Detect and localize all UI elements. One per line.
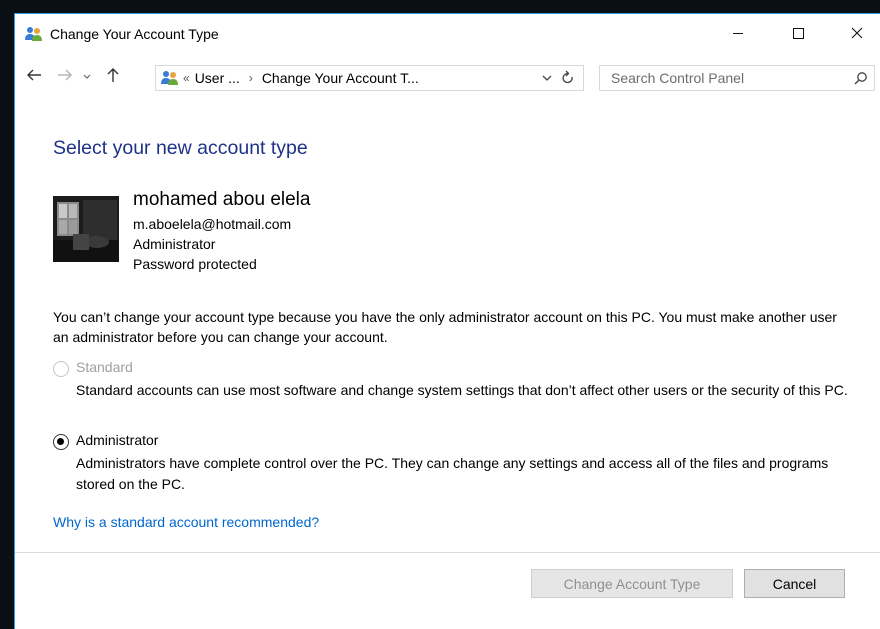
breadcrumb-user-accounts[interactable]: User ... bbox=[195, 70, 240, 86]
page-title: Select your new account type bbox=[53, 137, 308, 159]
search-box[interactable]: Search Control Panel bbox=[599, 65, 875, 91]
administrator-label[interactable]: Administrator bbox=[76, 432, 158, 448]
window-title: Change Your Account Type bbox=[50, 26, 219, 42]
footer-divider bbox=[15, 552, 880, 553]
minimize-button[interactable] bbox=[715, 14, 761, 55]
why-standard-link[interactable]: Why is a standard account recommended? bbox=[53, 514, 319, 530]
arrow-left-icon bbox=[26, 68, 42, 87]
close-button[interactable] bbox=[834, 14, 880, 55]
breadcrumb-overflow[interactable]: « bbox=[183, 71, 190, 85]
user-avatar bbox=[53, 196, 119, 262]
control-panel-window: Change Your Account Type « User ... › Ch… bbox=[14, 13, 880, 629]
chevron-down-icon bbox=[82, 68, 92, 86]
back-button[interactable] bbox=[21, 66, 47, 88]
breadcrumb-change-account-type[interactable]: Change Your Account T... bbox=[262, 70, 419, 86]
forward-button[interactable] bbox=[54, 66, 76, 88]
user-email: m.aboelela@hotmail.com bbox=[133, 216, 292, 232]
administrator-description: Administrators have complete control ove… bbox=[76, 455, 829, 492]
refresh-icon[interactable] bbox=[561, 69, 579, 90]
change-account-type-button[interactable]: Change Account Type bbox=[531, 569, 733, 598]
title-bar[interactable]: Change Your Account Type bbox=[15, 14, 880, 55]
standard-label[interactable]: Standard bbox=[76, 359, 133, 375]
admin-warning-text: You can’t change your account type becau… bbox=[53, 309, 837, 345]
standard-radio[interactable] bbox=[53, 361, 69, 377]
user-name: mohamed abou elela bbox=[133, 189, 311, 210]
recent-locations-button[interactable] bbox=[78, 66, 96, 88]
cancel-button[interactable]: Cancel bbox=[744, 569, 845, 598]
address-dropdown-button[interactable] bbox=[541, 70, 557, 89]
arrow-right-icon bbox=[57, 68, 73, 87]
user-role: Administrator bbox=[133, 236, 216, 252]
close-icon bbox=[851, 26, 863, 44]
password-status: Password protected bbox=[133, 256, 257, 272]
address-bar[interactable]: « User ... › Change Your Account T... bbox=[155, 65, 584, 91]
users-icon bbox=[25, 26, 43, 42]
minimize-icon bbox=[732, 26, 744, 44]
breadcrumb-separator[interactable]: › bbox=[249, 71, 253, 85]
maximize-button[interactable] bbox=[775, 14, 821, 55]
standard-description: Standard accounts can use most software … bbox=[76, 382, 848, 398]
search-input[interactable]: Search Control Panel bbox=[611, 70, 744, 86]
users-icon bbox=[161, 70, 179, 86]
search-icon[interactable] bbox=[854, 71, 868, 85]
up-button[interactable] bbox=[100, 66, 126, 88]
administrator-radio[interactable] bbox=[53, 434, 69, 450]
arrow-up-icon bbox=[106, 67, 120, 88]
maximize-icon bbox=[792, 26, 804, 44]
navigation-bar: « User ... › Change Your Account T... Se… bbox=[15, 60, 880, 96]
